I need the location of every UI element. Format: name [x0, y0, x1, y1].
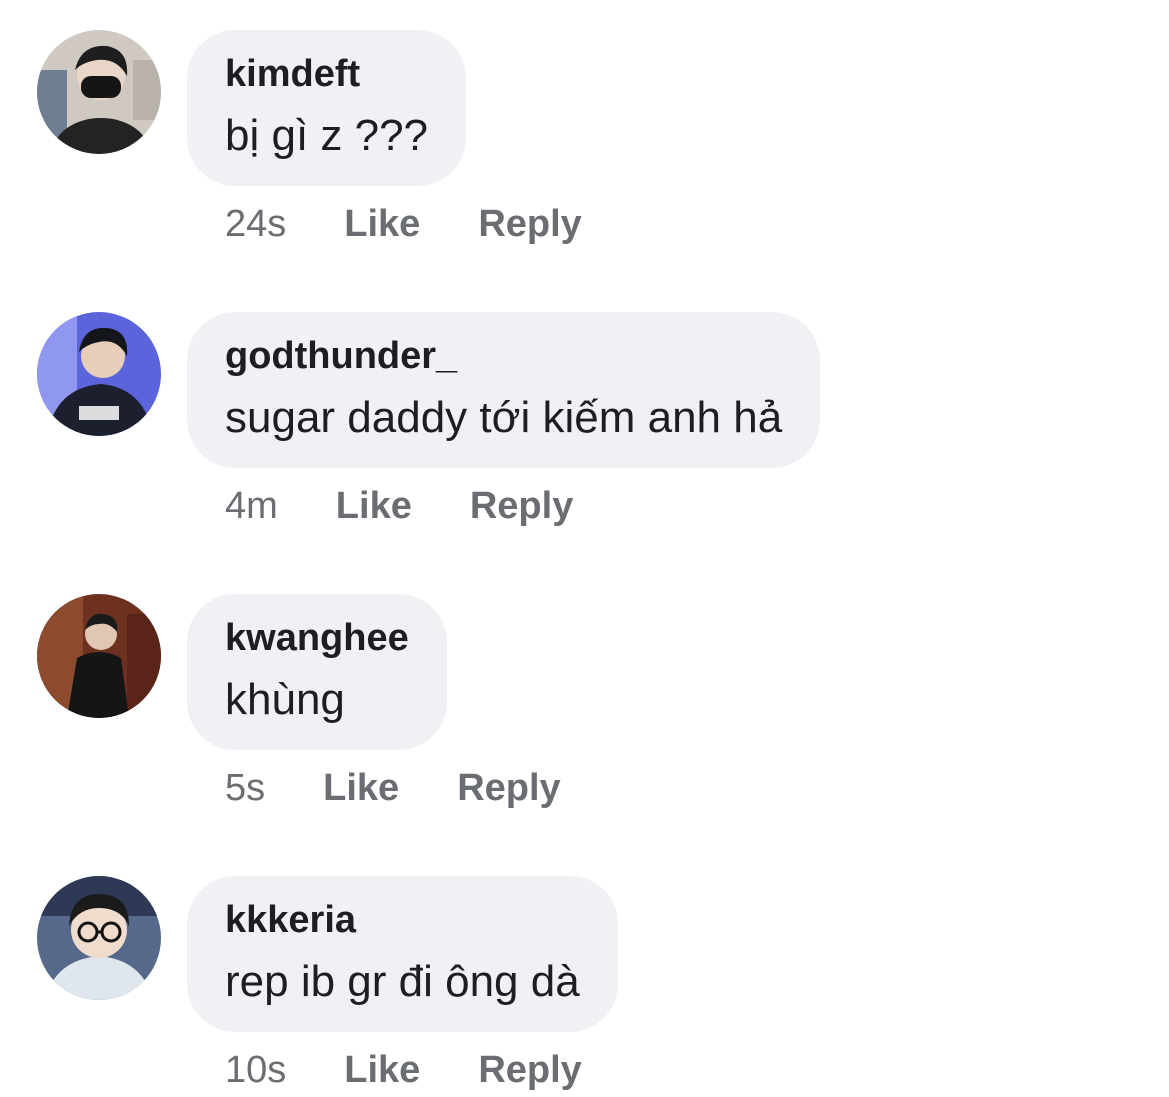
profile-photo-icon: [37, 30, 161, 154]
avatar[interactable]: [37, 30, 161, 154]
comment-item: kwanghee khùng 5s Like Reply: [0, 564, 1169, 824]
like-button[interactable]: Like: [344, 1049, 420, 1092]
comment-text: khùng: [225, 675, 345, 724]
comment-author[interactable]: kwanghee: [225, 616, 409, 660]
comment-text: sugar daddy tới kiếm anh hả: [225, 393, 783, 442]
profile-photo-icon: [37, 312, 161, 436]
comment-author[interactable]: kkkeria: [225, 898, 580, 942]
comment-actions: 5s Like Reply: [225, 764, 561, 812]
reply-button[interactable]: Reply: [478, 1049, 581, 1092]
comment-actions: 4m Like Reply: [225, 482, 573, 530]
comment-text: bị gì z ???: [225, 111, 429, 160]
comment-author[interactable]: kimdeft: [225, 52, 428, 96]
like-button[interactable]: Like: [344, 203, 420, 246]
avatar[interactable]: [37, 876, 161, 1000]
profile-photo-icon: [37, 876, 161, 1000]
comment-timestamp: 24s: [225, 202, 287, 245]
comment-item: kimdeft bị gì z ??? 24s Like Reply: [0, 0, 1169, 260]
comment-item: godthunder_ sugar daddy tới kiếm anh hả …: [0, 282, 1169, 542]
comment-timestamp: 10s: [225, 1048, 287, 1091]
avatar[interactable]: [37, 594, 161, 718]
comment-actions: 10s Like Reply: [225, 1046, 582, 1094]
comment-bubble: godthunder_ sugar daddy tới kiếm anh hả: [187, 312, 821, 468]
comment-timestamp: 5s: [225, 766, 266, 809]
comment-timestamp: 4m: [225, 484, 278, 527]
comment-item: kkkeria rep ib gr đi ông dà 10s Like Rep…: [0, 846, 1169, 1097]
like-button[interactable]: Like: [323, 767, 399, 810]
reply-button[interactable]: Reply: [478, 203, 581, 246]
comment-text: rep ib gr đi ông dà: [225, 957, 580, 1006]
comment-author[interactable]: godthunder_: [225, 334, 782, 378]
reply-button[interactable]: Reply: [457, 767, 560, 810]
comment-bubble: kkkeria rep ib gr đi ông dà: [187, 876, 618, 1032]
comment-thread: kimdeft bị gì z ??? 24s Like Reply godth…: [0, 0, 1169, 1097]
comment-actions: 24s Like Reply: [225, 200, 582, 248]
comment-bubble: kwanghee khùng: [187, 594, 447, 750]
profile-photo-icon: [37, 594, 161, 718]
reply-button[interactable]: Reply: [470, 485, 573, 528]
comment-bubble: kimdeft bị gì z ???: [187, 30, 467, 186]
like-button[interactable]: Like: [336, 485, 412, 528]
avatar[interactable]: [37, 312, 161, 436]
